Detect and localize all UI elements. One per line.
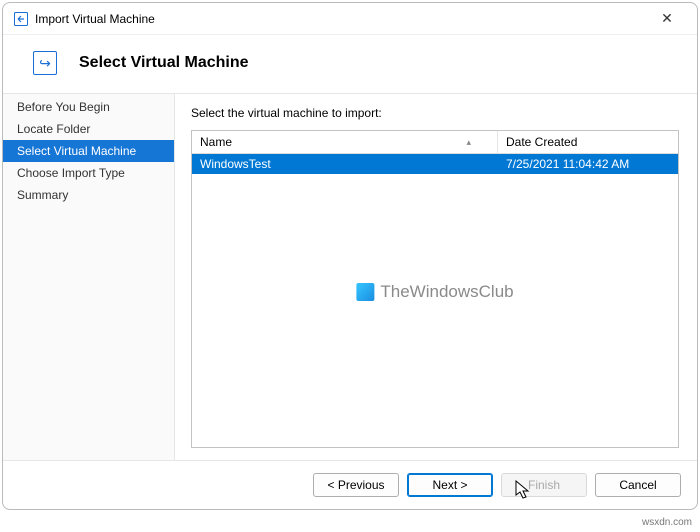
wizard-body: Before You Begin Locate Folder Select Vi… [3,93,697,460]
wizard-window: Import Virtual Machine ✕ ↪ Select Virtua… [2,2,698,510]
attribution-text: wsxdn.com [642,517,692,528]
close-button[interactable]: ✕ [647,5,687,33]
column-header-name[interactable]: Name ▴ [192,131,498,153]
watermark-text: TheWindowsClub [380,282,513,302]
sidebar-item-select-virtual-machine[interactable]: Select Virtual Machine [3,140,174,162]
page-header: ↪ Select Virtual Machine [3,35,697,93]
import-icon: ↪ [33,51,57,75]
app-icon [13,11,29,27]
wizard-steps-sidebar: Before You Begin Locate Folder Select Vi… [3,94,175,460]
watermark-logo-icon [356,283,374,301]
main-panel: Select the virtual machine to import: Na… [175,94,697,460]
table-row[interactable]: WindowsTest 7/25/2021 11:04:42 AM [192,154,678,174]
cancel-button[interactable]: Cancel [595,473,681,497]
instruction-text: Select the virtual machine to import: [191,106,679,120]
titlebar: Import Virtual Machine ✕ [3,3,697,35]
wizard-footer: < Previous Next > Finish Cancel [3,460,697,509]
sidebar-item-label: Before You Begin [17,100,110,114]
sidebar-item-summary[interactable]: Summary [3,184,174,206]
sort-ascending-icon: ▴ [466,137,489,148]
sidebar-item-locate-folder[interactable]: Locate Folder [3,118,174,140]
cell-vm-name: WindowsTest [192,154,498,174]
column-header-date-created[interactable]: Date Created [498,131,678,153]
cell-date-created: 7/25/2021 11:04:42 AM [498,154,678,174]
close-icon: ✕ [661,10,673,27]
next-button[interactable]: Next > [407,473,493,497]
finish-button[interactable]: Finish [501,473,587,497]
sidebar-item-label: Summary [17,188,68,202]
sidebar-item-label: Locate Folder [17,122,90,136]
sidebar-item-label: Choose Import Type [17,166,125,180]
column-label: Name [200,135,232,149]
sidebar-item-before-you-begin[interactable]: Before You Begin [3,96,174,118]
grid-body: WindowsTest 7/25/2021 11:04:42 AM TheWin… [192,154,678,447]
watermark: TheWindowsClub [356,282,513,302]
sidebar-item-label: Select Virtual Machine [17,144,136,158]
window-title: Import Virtual Machine [35,12,647,26]
previous-button[interactable]: < Previous [313,473,399,497]
column-label: Date Created [506,135,577,149]
vm-list-grid: Name ▴ Date Created WindowsTest 7/25/202… [191,130,679,448]
sidebar-item-choose-import-type[interactable]: Choose Import Type [3,162,174,184]
grid-header: Name ▴ Date Created [192,131,678,154]
page-title: Select Virtual Machine [79,54,249,72]
